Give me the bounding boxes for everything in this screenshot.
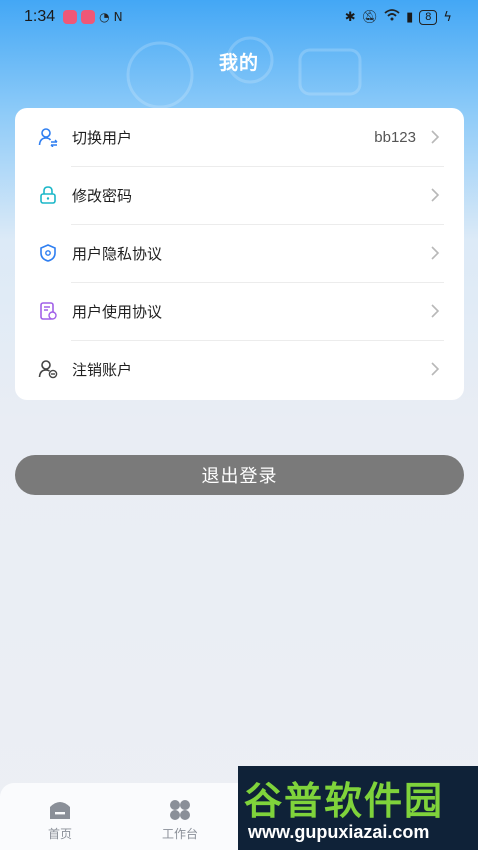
tab-workbench[interactable]: 工作台 [150, 797, 210, 842]
grid-icon [167, 797, 193, 823]
watermark-url: www.gupuxiazai.com [248, 822, 430, 842]
user-remove-icon [37, 358, 59, 380]
chevron-right-icon [430, 130, 444, 144]
watermark-title: 谷普软件园 [244, 779, 445, 823]
menu-item-delete-account[interactable]: 注销账户 [15, 340, 464, 398]
chevron-right-icon [430, 304, 444, 318]
bluetooth-icon: ✱ [344, 9, 356, 25]
charging-icon: ϟ [443, 9, 452, 25]
menu-item-label: 切换用户 [72, 128, 133, 147]
user-switch-icon [37, 126, 59, 148]
chevron-right-icon [430, 362, 444, 376]
menu-item-switch-user[interactable]: 切换用户 bb123 [15, 108, 464, 166]
document-icon [37, 300, 59, 322]
site-watermark: 谷普软件园 www.gupuxiazai.com [238, 766, 478, 850]
app-notification-icon-2 [81, 10, 96, 24]
sim-icon: ▮ [406, 9, 414, 25]
current-username: bb123 [374, 128, 416, 146]
shield-icon [37, 242, 59, 264]
status-time: 1:34 [24, 8, 56, 25]
tab-label: 工作台 [161, 827, 198, 841]
page-title: 我的 [218, 52, 259, 74]
speed-icon: ◔ [99, 10, 110, 24]
wifi-icon [384, 9, 400, 25]
battery-indicator: 8 [419, 9, 438, 25]
menu-item-privacy-policy[interactable]: 用户隐私协议 [15, 224, 464, 282]
tab-home[interactable]: 首页 [30, 797, 90, 842]
mute-icon: 🔕︎ [361, 9, 379, 25]
settings-card: 切换用户 bb123 修改密码 用户隐私协议 用户使用协议 注销账户 [15, 108, 464, 400]
menu-item-label: 用户使用协议 [72, 302, 163, 321]
tab-label: 首页 [47, 827, 72, 841]
status-bar: 1:34 ◔ N ✱ 🔕︎ ▮ 8 ϟ [0, 0, 478, 34]
menu-item-label: 用户隐私协议 [72, 244, 163, 263]
menu-item-change-password[interactable]: 修改密码 [15, 166, 464, 224]
status-right: ✱ 🔕︎ ▮ 8 ϟ [345, 9, 452, 25]
logout-button[interactable]: 退出登录 [15, 455, 464, 495]
menu-item-user-agreement[interactable]: 用户使用协议 [15, 282, 464, 340]
chevron-right-icon [430, 188, 444, 202]
home-icon [47, 797, 73, 823]
menu-item-label: 修改密码 [72, 186, 133, 205]
menu-item-label: 注销账户 [72, 360, 133, 379]
nfc-icon: N [113, 10, 123, 24]
notification-icons: ◔ N [63, 10, 123, 24]
chevron-right-icon [430, 246, 444, 260]
app-notification-icon [63, 10, 78, 24]
lock-icon [37, 184, 59, 206]
